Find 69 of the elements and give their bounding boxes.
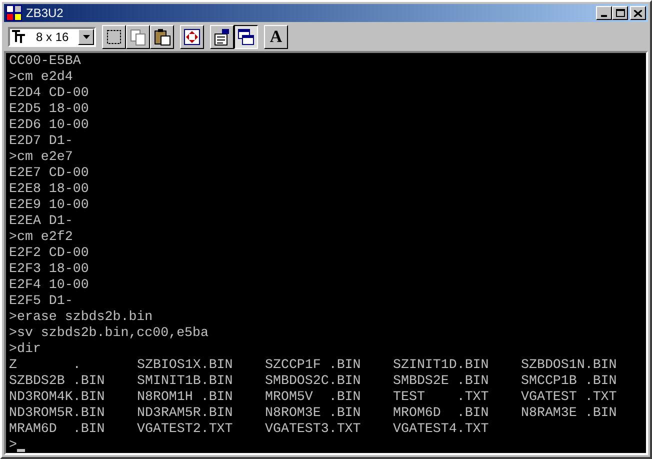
file-entry: N8ROM1H .BIN: [137, 389, 233, 404]
file-entry: SMBDOS2C.BIN: [265, 373, 361, 388]
file-entry: SZBDOS1N.BIN: [521, 357, 617, 372]
console-line: E2E8 18-00: [9, 181, 89, 197]
properties-button[interactable]: [210, 24, 234, 48]
file-entry: VGATEST .TXT: [521, 389, 617, 404]
close-button[interactable]: [630, 6, 646, 20]
paste-icon: [153, 28, 171, 46]
console-line: E2E7 CD-00: [9, 165, 89, 181]
file-entry: ND3ROM4K.BIN: [9, 389, 105, 404]
minimize-button[interactable]: [596, 6, 612, 20]
file-entry: SMBDS2E .BIN: [393, 373, 489, 388]
file-entry: SMCCP1B .BIN: [521, 373, 617, 388]
console-line: >cm e2d4: [9, 69, 73, 85]
file-entry: MROM5V .BIN: [265, 389, 361, 404]
fullscreen-button[interactable]: [180, 24, 204, 48]
windows-icon: [237, 28, 255, 46]
console-line: E2E9 10-00: [9, 197, 89, 213]
console-line: E2D6 10-00: [9, 117, 89, 133]
file-entry: TEST .TXT: [393, 389, 489, 404]
console-line: >sv szbds2b.bin,cc00,e5ba: [9, 325, 208, 341]
console-line: E2EA D1-: [9, 213, 73, 229]
console-line: E2D4 CD-00: [9, 85, 89, 101]
maximize-button[interactable]: [612, 6, 628, 20]
copy-button[interactable]: [126, 24, 150, 48]
console-line: E2F4 10-00: [9, 277, 89, 293]
file-entry: MRAM6D .BIN: [9, 421, 105, 436]
marquee-icon: [105, 28, 123, 46]
properties-icon: [213, 28, 231, 46]
file-entry: ND3RAM5R.BIN: [137, 405, 233, 420]
minimize-icon: [601, 15, 607, 17]
console-line: >cm e2e7: [9, 149, 73, 165]
close-icon: [634, 10, 642, 16]
file-entry: N8ROM3E .BIN: [265, 405, 361, 420]
file-entry: Z .: [9, 357, 82, 372]
window-title: ZB3U2: [26, 7, 64, 19]
font-size-value: 8 x 16: [36, 28, 69, 46]
console-line: E2F2 CD-00: [9, 245, 89, 261]
command-prompt: >: [9, 437, 17, 453]
paste-button[interactable]: [150, 24, 174, 48]
console-line: >erase szbds2b.bin: [9, 309, 153, 325]
file-entry: VGATEST4.TXT: [393, 421, 489, 436]
msdos-icon: [6, 5, 22, 21]
copy-icon: [129, 28, 147, 46]
fullscreen-icon: [183, 28, 201, 46]
console-line: E2D5 18-00: [9, 101, 89, 117]
font-size-dropdown[interactable]: 8 x 16: [8, 26, 96, 46]
mark-button[interactable]: [102, 24, 126, 48]
file-entry: MROM6D .BIN: [393, 405, 489, 420]
console-line: >dir: [9, 341, 41, 357]
maximize-icon: [616, 9, 624, 17]
file-entry: ND3ROM5R.BIN: [9, 405, 105, 420]
console-line: CC00-E5BA: [9, 53, 81, 69]
file-entry: N8RAM3E .BIN: [521, 405, 617, 420]
caret-icon: [82, 34, 90, 38]
console-line: E2D7 D1-: [9, 133, 73, 149]
console-line: E2F5 D1-: [9, 293, 73, 309]
font-icon: [12, 30, 26, 43]
file-entry: VGATEST2.TXT: [137, 421, 233, 436]
dropdown-button[interactable]: [78, 28, 94, 44]
file-entry: SMINIT1B.BIN: [137, 373, 233, 388]
file-entry: SZCCP1F .BIN: [265, 357, 361, 372]
file-entry: SZBDS2B .BIN: [9, 373, 105, 388]
file-entry: VGATEST3.TXT: [265, 421, 361, 436]
font-button[interactable]: A: [264, 24, 288, 48]
file-entry: SZINIT1D.BIN: [393, 357, 489, 372]
console-line: E2F3 18-00: [9, 261, 89, 277]
file-entry: SZBIOS1X.BIN: [137, 357, 233, 372]
console-line: >cm e2f2: [9, 229, 73, 245]
